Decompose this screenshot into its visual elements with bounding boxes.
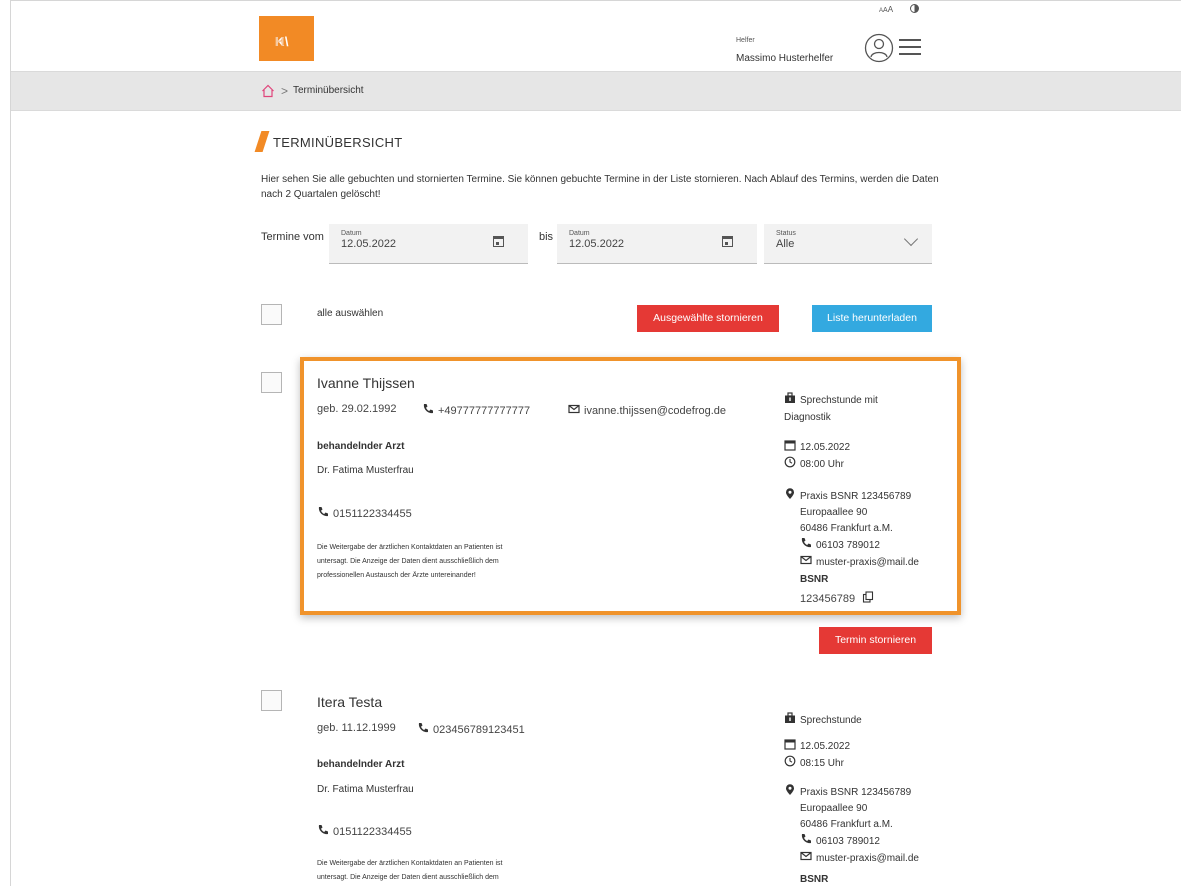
doctor-heading: behandelnder Arzt <box>317 759 405 770</box>
calendar-icon <box>784 439 796 451</box>
user-role: Helfer <box>736 37 755 44</box>
appointment-datetime: 12.05.2022 08:15 Uhr <box>784 738 850 772</box>
bsnr-label: BSNR <box>800 874 829 885</box>
appointment-datetime: 12.05.2022 08:00 Uhr <box>784 439 850 473</box>
appointment-checkbox[interactable] <box>261 690 282 711</box>
app-frame: K\ H AAA Helfer Massimo Husterhelfer > Te… <box>10 0 1181 886</box>
patient-phone: 023456789123451 <box>417 722 525 736</box>
cancel-selected-button[interactable]: Ausgewählte stornieren <box>637 305 779 332</box>
font-size-control[interactable]: AAA <box>879 5 893 14</box>
filter-from-label: Termine vom <box>261 231 324 243</box>
mail-icon <box>568 403 580 415</box>
appointment-type: Sprechstunde mit Diagnostik <box>784 392 878 426</box>
appointment-card: Ivanne Thijssen geb. 29.02.1992 +4977777… <box>300 357 961 615</box>
location-pin-icon <box>784 784 796 796</box>
date-from-field[interactable]: Datum 12.05.2022 <box>329 224 528 264</box>
user-avatar-icon[interactable] <box>864 33 894 63</box>
appointment-type: Sprechstunde <box>784 712 862 726</box>
appointment-card: Itera Testa geb. 11.12.1999 023456789123… <box>304 681 964 886</box>
contrast-toggle-icon[interactable] <box>910 4 919 13</box>
logo[interactable]: K\ H <box>259 16 314 61</box>
doctor-phone: 0151122334455 <box>317 506 412 520</box>
phone-icon <box>317 506 329 518</box>
patient-birthdate: geb. 11.12.1999 <box>317 722 396 734</box>
page-intro: Hier sehen Sie alle gebuchten und storni… <box>261 174 939 200</box>
bsnr-label: BSNR <box>800 574 829 585</box>
page-title: TERMINÜBERSICHT <box>273 135 403 150</box>
breadcrumb: > Terminübersicht <box>11 71 1181 111</box>
clock-icon <box>784 456 796 468</box>
disclaimer: Die Weitergabe der ärztlichen Kontaktdat… <box>317 860 503 881</box>
doctor-name: Dr. Fatima Musterfrau <box>317 465 414 476</box>
chevron-down-icon <box>903 231 919 247</box>
doctor-name: Dr. Fatima Musterfrau <box>317 784 414 795</box>
mail-icon <box>800 554 812 566</box>
practice-info: Praxis BSNR 123456789 Europaallee 90 604… <box>784 488 919 571</box>
user-name: Massimo Husterhelfer <box>736 53 834 64</box>
phone-icon <box>422 403 434 415</box>
cancel-appointment-button[interactable]: Termin stornieren <box>819 627 932 654</box>
calendar-icon <box>784 738 796 750</box>
appointment-checkbox[interactable] <box>261 372 282 393</box>
briefcase-icon <box>784 392 796 404</box>
location-pin-icon <box>784 488 796 500</box>
breadcrumb-current: Terminübersicht <box>293 85 364 96</box>
phone-icon <box>317 824 329 836</box>
menu-icon[interactable] <box>899 39 921 57</box>
breadcrumb-separator: > <box>281 84 289 98</box>
select-all-checkbox[interactable] <box>261 304 282 325</box>
title-accent <box>254 131 270 152</box>
bsnr-value: 123456789 <box>800 591 878 605</box>
briefcase-icon <box>784 712 796 724</box>
patient-email: ivanne.thijssen@codefrog.de <box>568 403 726 417</box>
phone-icon <box>800 537 812 549</box>
select-all-label: alle auswählen <box>317 308 384 319</box>
patient-phone: +49777777777777 <box>422 403 530 417</box>
copy-icon[interactable] <box>862 591 874 603</box>
home-icon[interactable] <box>261 84 275 98</box>
calendar-icon[interactable] <box>493 236 504 247</box>
patient-birthdate: geb. 29.02.1992 <box>317 403 397 415</box>
download-list-button[interactable]: Liste herunterladen <box>812 305 932 332</box>
calendar-icon[interactable] <box>722 236 733 247</box>
doctor-heading: behandelnder Arzt <box>317 441 405 452</box>
patient-name: Ivanne Thijssen <box>317 375 415 391</box>
practice-info: Praxis BSNR 123456789 Europaallee 90 604… <box>784 784 919 867</box>
disclaimer: Die Weitergabe der ärztlichen Kontaktdat… <box>317 544 503 579</box>
patient-name: Itera Testa <box>317 694 383 710</box>
clock-icon <box>784 755 796 767</box>
doctor-phone: 0151122334455 <box>317 824 412 838</box>
filter-to-label: bis <box>539 231 554 243</box>
phone-icon <box>800 833 812 845</box>
date-to-field[interactable]: Datum 12.05.2022 <box>557 224 757 264</box>
phone-icon <box>417 722 429 734</box>
status-select[interactable]: Status Alle <box>764 224 932 264</box>
mail-icon <box>800 850 812 862</box>
